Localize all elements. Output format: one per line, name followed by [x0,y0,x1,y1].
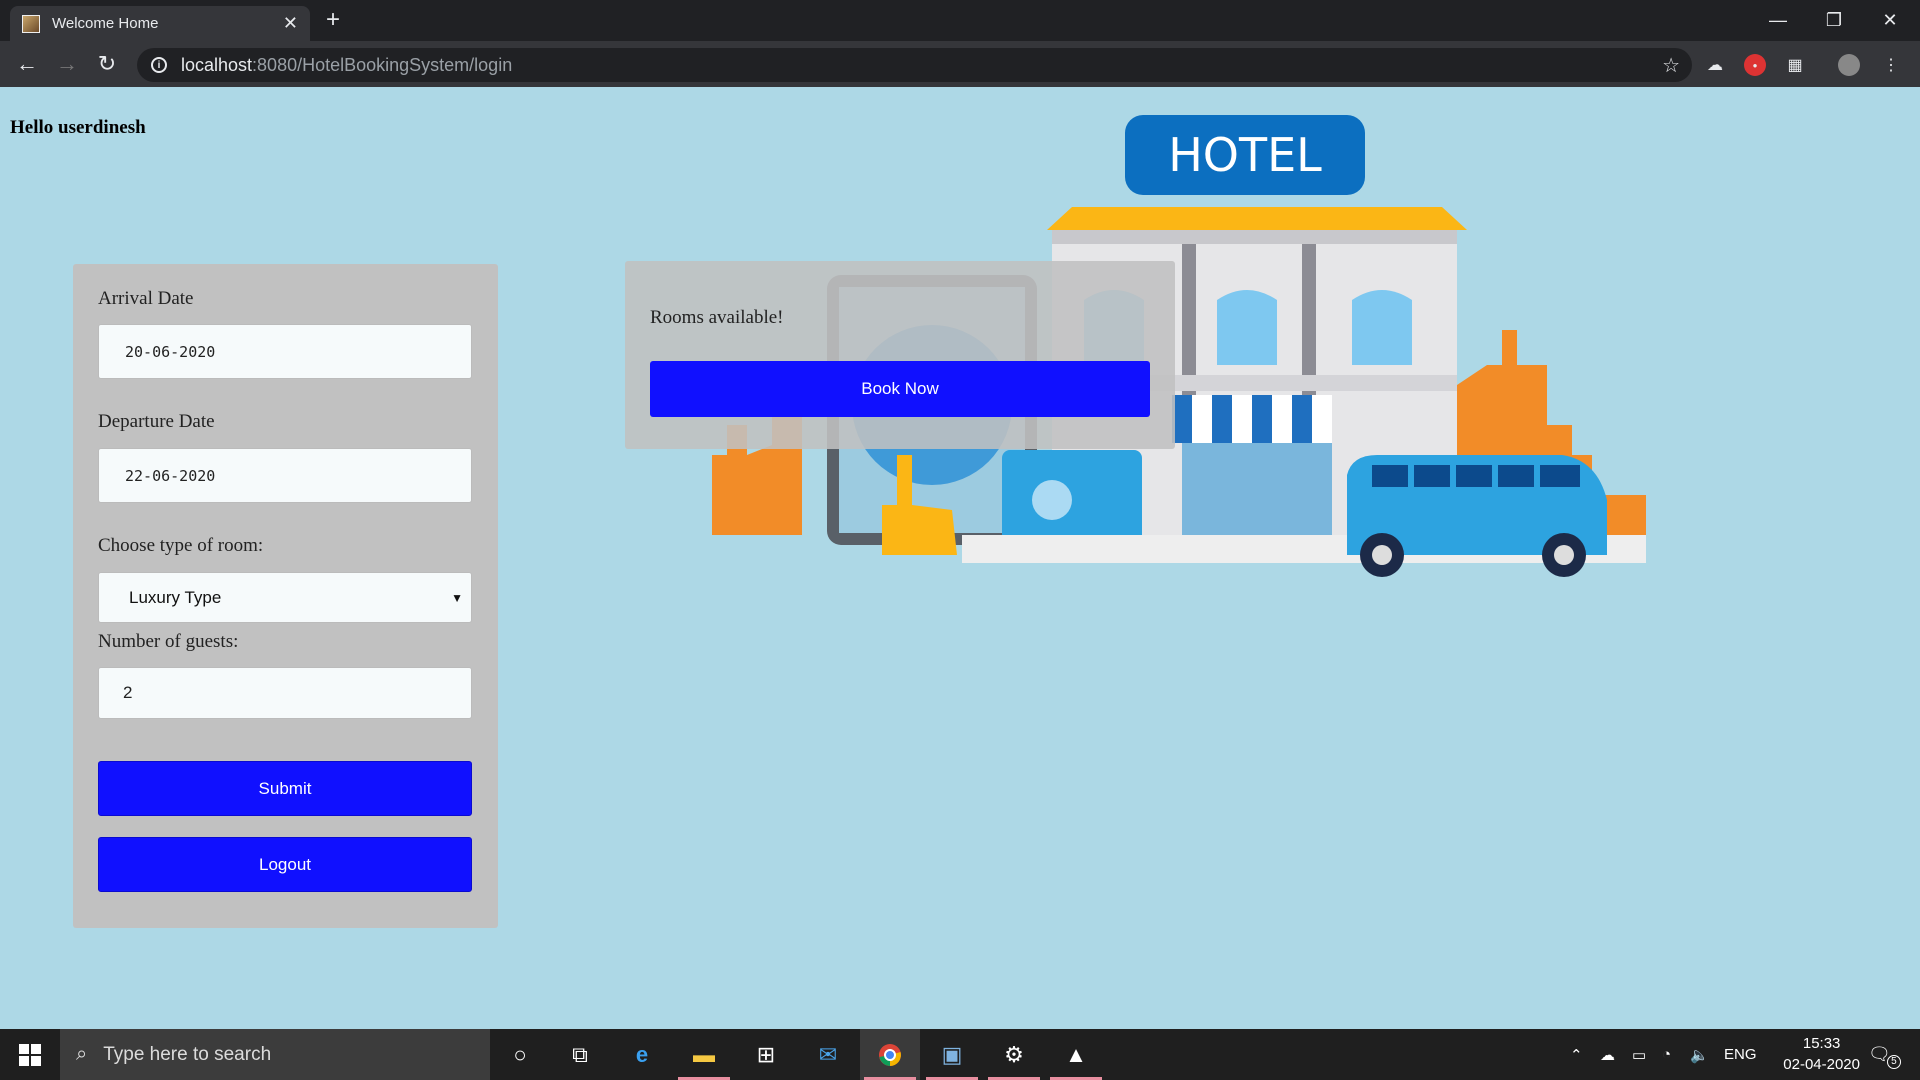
close-window-button[interactable]: ✕ [1862,0,1918,41]
new-tab-button[interactable]: + [326,6,340,34]
hotel-sign-text: HOTEL [1168,128,1322,182]
language-indicator[interactable]: ENG [1724,1029,1757,1080]
volume-icon[interactable]: 🔈 [1690,1029,1709,1080]
notifications-icon[interactable]: 🗨 5 [1868,1029,1901,1080]
dropdown-arrow-icon: ▼ [451,590,463,605]
task-view-icon[interactable]: ⧉ [550,1029,610,1080]
forward-button[interactable]: → [54,51,80,77]
departure-date-label: Departure Date [98,411,215,432]
guests-label: Number of guests: [98,631,239,652]
settings-gear-icon[interactable]: ⚙ [984,1029,1044,1080]
url-host: localhost [181,54,253,75]
availability-panel: Rooms available! Book Now [625,261,1175,449]
mail-icon[interactable]: ✉ [798,1029,858,1080]
awning [1172,395,1332,443]
reload-button[interactable]: ↻ [94,51,120,77]
guests-input[interactable]: 2 [98,667,472,719]
battery-icon[interactable]: ▭ [1632,1029,1646,1080]
file-explorer-icon[interactable]: ▬ [674,1029,734,1080]
extension-adblock-icon[interactable]: ● [1744,54,1766,76]
booking-form: Arrival Date 20-06-2020 Departure Date 2… [73,264,498,928]
back-button[interactable]: ← [14,51,40,77]
windows-taskbar: ⌕ Type here to search ○ ⧉ e ▬ ⊞ ✉ ▣ ⚙ ▲ … [0,1029,1920,1080]
departure-date-input[interactable]: 22-06-2020 [98,448,472,503]
logout-button[interactable]: Logout [98,837,472,892]
clock-time: 15:33 [1802,1035,1841,1052]
bookmark-star-icon[interactable]: ☆ [1662,53,1680,78]
room-type-select[interactable]: Luxury Type ▼ [98,572,472,623]
arrival-date-label: Arrival Date [98,288,194,309]
photos-icon[interactable]: ▲ [1046,1029,1106,1080]
book-now-button[interactable]: Book Now [650,361,1150,417]
notification-count: 5 [1886,1054,1901,1069]
start-button[interactable] [0,1029,60,1080]
greeting-text: Hello userdinesh [10,117,146,138]
edge-icon[interactable]: e [612,1029,672,1080]
search-placeholder: Type here to search [103,1043,272,1065]
profile-avatar[interactable] [1838,54,1860,76]
windows-logo-icon [19,1043,41,1066]
show-hidden-icons[interactable]: ⌃ [1570,1029,1583,1080]
arrival-date-input[interactable]: 20-06-2020 [98,324,472,379]
room-type-value: Luxury Type [129,587,222,607]
browser-tab[interactable]: Welcome Home ✕ [10,6,310,41]
search-icon: ⌕ [76,1043,88,1065]
sql-developer-icon[interactable]: ▣ [922,1029,982,1080]
onedrive-icon[interactable]: ☁ [1600,1029,1615,1080]
url-path: :8080/HotelBookingSystem/login [252,54,513,75]
cortana-icon[interactable]: ○ [490,1029,550,1080]
site-info-icon[interactable]: i [151,57,167,73]
extension-cloud-icon[interactable]: ☁ [1704,54,1726,76]
extension-media-icon[interactable]: ▦ [1784,54,1806,76]
restore-button[interactable]: ❐ [1806,0,1862,41]
browser-menu-icon[interactable]: ⋮ [1880,54,1902,76]
browser-tab-bar: Welcome Home ✕ + — ❐ ✕ [0,0,1920,41]
address-bar[interactable]: i localhost:8080/HotelBookingSystem/logi… [137,48,1692,82]
minimize-button[interactable]: — [1750,0,1806,41]
wifi-icon[interactable]: ◔ [1662,1029,1671,1080]
browser-toolbar: ← → ↻ i localhost:8080/HotelBookingSyste… [0,41,1920,87]
page-content: Hello userdinesh HOTEL Arrival Date 20-0… [0,87,1920,1029]
availability-message: Rooms available! [650,307,784,328]
taskbar-clock[interactable]: 15:33 02-04-2020 [1783,1033,1860,1075]
hotel-favicon-icon [22,14,40,33]
chrome-icon[interactable] [860,1029,920,1080]
taskbar-search[interactable]: ⌕ Type here to search [60,1029,490,1080]
tab-title: Welcome Home [52,15,159,32]
close-tab-icon[interactable]: ✕ [283,13,298,34]
chrome-logo-icon [879,1043,901,1066]
submit-button[interactable]: Submit [98,761,472,816]
store-icon[interactable]: ⊞ [736,1029,796,1080]
room-type-label: Choose type of room: [98,535,264,556]
clock-date: 02-04-2020 [1783,1056,1860,1073]
